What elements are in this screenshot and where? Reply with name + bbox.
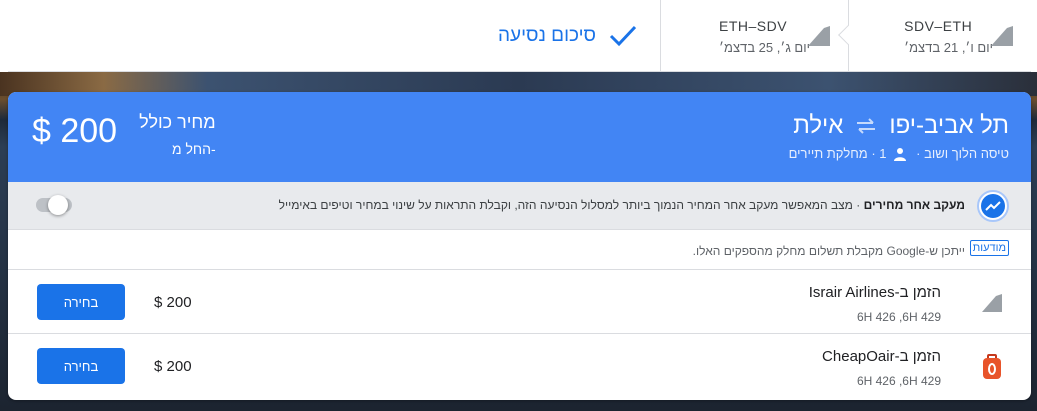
return-leg[interactable]: ETH–SDV יום ג׳, 25 בדצמ׳ [660, 0, 848, 72]
plane-tail-icon [982, 294, 1002, 312]
flight-codes: 6H 426 ,6H 429 [856, 374, 941, 388]
cheapoair-logo [983, 354, 1001, 379]
booking-option-title: הזמן ב-Israir Airlines [808, 284, 941, 301]
trend-icon [977, 190, 1009, 222]
booking-option-price: $ 200 [154, 358, 192, 375]
plane-tail-icon [808, 26, 830, 46]
leg-route: SDV–ETH [904, 17, 973, 34]
leg-date: יום ג׳, 25 בדצמ׳ [719, 39, 810, 55]
ads-badge[interactable]: מודעות [969, 240, 1009, 256]
outbound-leg[interactable]: SDV–ETH יום ו׳, 21 בדצמ׳ [838, 0, 1031, 72]
trip-summary-step[interactable]: סיכום נסיעה [498, 0, 660, 71]
price-tracking-text: מעקב אחר מחירים · מצב המאפשר מעקב אחר המ… [279, 198, 965, 212]
price-tracking-bar: מעקב אחר מחירים · מצב המאפשר מעקב אחר המ… [8, 182, 1031, 230]
price-tracking-toggle[interactable] [36, 195, 72, 215]
ads-notice: מודעות ייתכן ש-Google מקבלת תשלום מחלק מ… [8, 230, 1031, 270]
leg-route: ETH–SDV [719, 17, 788, 34]
meta-dot: · [867, 146, 880, 161]
ads-notice-text: ייתכן ש-Google מקבלת תשלום מחלק מהספקים … [692, 244, 965, 258]
booking-option-price: $ 200 [154, 294, 192, 311]
booking-option-row: הזמן ב-Israir Airlines 6H 426 ,6H 429 $ … [8, 270, 1031, 334]
route-title: תל אביב-יפו אילת [793, 112, 1009, 140]
trip-header: תל אביב-יפו אילת טיסה הלוך ושוב · 1 · מח… [8, 92, 1031, 182]
check-icon [609, 25, 637, 46]
select-button[interactable]: בחירה [37, 348, 125, 384]
plane-tail-icon [991, 26, 1013, 46]
leg-date: יום ו׳, 21 בדצמ׳ [904, 39, 993, 55]
booking-option-title: הזמן ב-CheapOair [822, 348, 941, 365]
person-icon [893, 147, 906, 161]
price-tracking-label: מעקב אחר מחירים [863, 198, 965, 212]
destination-city: אילת [793, 112, 844, 139]
price-block: $ 200 מחיר כולל החל מ- [32, 112, 216, 157]
trip-summary-bar: SDV–ETH יום ו׳, 21 בדצמ׳ ETH–SDV יום ג׳,… [8, 0, 1031, 72]
booking-card: תל אביב-יפו אילת טיסה הלוך ושוב · 1 · מח… [8, 92, 1031, 400]
trip-meta: טיסה הלוך ושוב · 1 · מחלקת תיירים [789, 146, 1009, 161]
flight-codes: 6H 426 ,6H 429 [856, 310, 941, 324]
total-price: $ 200 [32, 112, 118, 150]
cabin-class: מחלקת תיירים [788, 146, 868, 161]
origin-city: תל אביב-יפו [889, 112, 1009, 139]
select-button[interactable]: בחירה [37, 284, 125, 320]
price-tracking-description: · מצב המאפשר מעקב אחר המחיר הנמוך ביותר … [278, 198, 861, 212]
passenger-count: 1 [879, 146, 887, 161]
meta-dot: · [912, 146, 925, 161]
toggle-knob[interactable] [48, 195, 68, 215]
booking-option-row: הזמן ב-CheapOair 6H 426 ,6H 429 $ 200 בח… [8, 334, 1031, 398]
price-from-label: החל מ- [171, 141, 216, 157]
swap-arrows-icon [857, 118, 876, 134]
trip-summary-label: סיכום נסיעה [498, 24, 596, 46]
total-price-label: מחיר כולל [139, 112, 216, 132]
trip-type: טיסה הלוך ושוב [924, 146, 1009, 161]
